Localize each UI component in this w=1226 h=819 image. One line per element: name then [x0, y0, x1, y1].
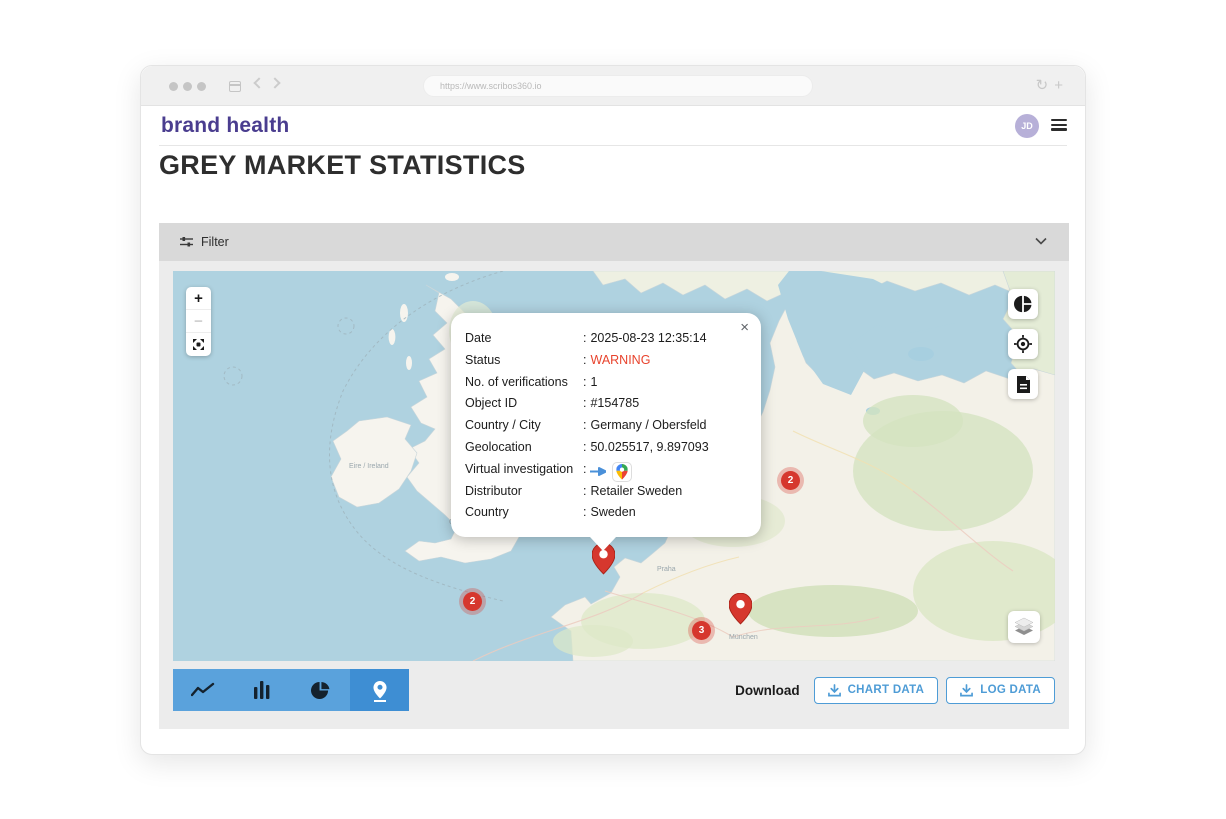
zoom-control: + −: [186, 287, 211, 356]
page-title: GREY MARKET STATISTICS: [159, 150, 526, 181]
window-control-icon[interactable]: [197, 82, 206, 91]
map-label: Praha: [657, 566, 676, 573]
map-pin-icon: [373, 681, 387, 699]
brand-logo: brand health: [161, 114, 289, 138]
popup-tail: [590, 537, 616, 551]
chart-overlay-button[interactable]: [1008, 289, 1038, 319]
menu-icon[interactable]: [1051, 119, 1067, 132]
popup-row-object-id: Object ID#154785: [465, 393, 747, 415]
popup-row-geolocation: Geolocation50.025517, 9.897093: [465, 437, 747, 459]
filter-bar[interactable]: Filter: [159, 223, 1069, 261]
download-label: Download: [735, 683, 800, 698]
google-maps-icon: [616, 464, 628, 480]
filter-label: Filter: [201, 235, 229, 249]
map-cluster-marker[interactable]: 2: [463, 592, 482, 611]
expand-icon: [192, 338, 205, 351]
popup-row-status: StatusWARNING: [465, 350, 747, 372]
map-label: München: [729, 634, 758, 641]
popup-row-date: Date2025-08-23 12:35:14: [465, 328, 747, 350]
download-icon: [960, 684, 973, 697]
report-button[interactable]: [1008, 369, 1038, 399]
investigate-arrow-icon[interactable]: [590, 466, 606, 477]
status-badge: WARNING: [590, 350, 650, 372]
tab-pie-chart[interactable]: [291, 669, 350, 711]
filter-icon: [179, 235, 194, 249]
popup-row-verifications: No. of verifications1: [465, 372, 747, 394]
browser-window: https://www.scribos360.io ↻+ brand healt…: [140, 65, 1086, 755]
popup-row-distributor: DistributorRetailer Sweden: [465, 481, 747, 503]
new-tab-icon[interactable]: +: [1054, 77, 1069, 94]
popup-row-country-city: Country / CityGermany / Obersfeld: [465, 415, 747, 437]
bar-chart-icon: [254, 681, 270, 699]
popup-row-country: CountrySweden: [465, 502, 747, 524]
map-cluster-marker[interactable]: 2: [781, 471, 800, 490]
line-chart-icon: [191, 682, 215, 698]
document-icon: [1016, 376, 1031, 393]
zoom-out-button[interactable]: −: [186, 310, 211, 333]
content-card: Filter: [159, 223, 1069, 729]
map-cluster-marker[interactable]: 3: [692, 621, 711, 640]
window-control-icon[interactable]: [169, 82, 178, 91]
refresh-icon[interactable]: ↻: [1036, 77, 1055, 94]
tab-line-chart[interactable]: [173, 669, 232, 711]
pie-chart-icon: [311, 681, 330, 700]
back-icon[interactable]: [253, 77, 264, 88]
layers-icon: [1013, 617, 1035, 637]
locate-button[interactable]: [1008, 329, 1038, 359]
marker-popup: × Date2025-08-23 12:35:14 StatusWARNING …: [451, 313, 761, 537]
locate-icon: [1014, 335, 1032, 353]
download-chart-data-button[interactable]: CHART DATA: [814, 677, 939, 704]
pie-chart-icon: [1014, 295, 1032, 313]
zoom-in-button[interactable]: +: [186, 287, 211, 310]
chart-toolbar: Download CHART DATA: [173, 669, 1055, 711]
app-header: brand health JD: [141, 106, 1085, 146]
close-icon[interactable]: ×: [740, 320, 749, 335]
google-maps-link[interactable]: [612, 462, 632, 482]
map-pin-marker[interactable]: [729, 593, 752, 625]
tab-bar-chart[interactable]: [232, 669, 291, 711]
popup-row-virtual-investigation: Virtual investigation: [465, 459, 747, 481]
download-group: Download CHART DATA: [735, 677, 1055, 704]
forward-icon[interactable]: [269, 77, 280, 88]
download-icon: [828, 684, 841, 697]
map-canvas[interactable]: Great Britain Eire / Ireland Praha Münch…: [173, 271, 1055, 661]
layers-button[interactable]: [1008, 611, 1040, 643]
chart-type-tabs: [173, 669, 409, 711]
chevron-down-icon[interactable]: [1035, 237, 1047, 245]
avatar[interactable]: JD: [1015, 114, 1039, 138]
tabs-icon[interactable]: [229, 81, 241, 92]
download-log-data-button[interactable]: LOG DATA: [946, 677, 1055, 704]
fullscreen-button[interactable]: [186, 333, 211, 356]
window-control-icon[interactable]: [183, 82, 192, 91]
map-label: Eire / Ireland: [349, 463, 389, 470]
tab-map[interactable]: [350, 669, 409, 711]
url-bar[interactable]: https://www.scribos360.io: [423, 75, 813, 97]
browser-chrome: https://www.scribos360.io ↻+: [141, 66, 1085, 106]
